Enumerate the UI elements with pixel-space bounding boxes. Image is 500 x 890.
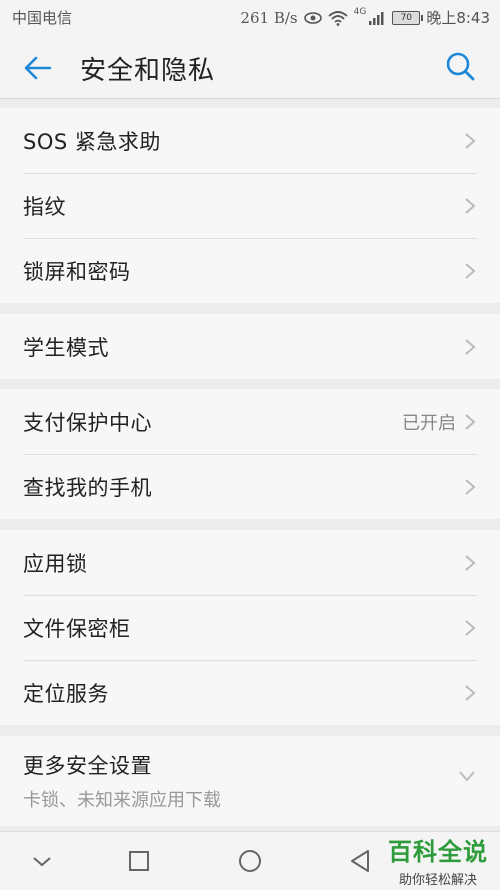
circle-icon[interactable] [237, 848, 263, 874]
menu-item-lockscreen-password[interactable]: 锁屏和密码 [0, 238, 500, 303]
chevron-right-icon [465, 197, 476, 214]
chevron-right-icon [465, 132, 476, 149]
search-icon[interactable] [444, 50, 476, 82]
status-indicators: 261 B/s 4G 70 晚上8:43 [240, 7, 490, 28]
menu-item-location-service[interactable]: 定位服务 [0, 660, 500, 725]
settings-group-more: 更多安全设置 卡锁、未知来源应用下载 [0, 736, 500, 826]
eye-icon [303, 11, 322, 24]
settings-group-apps: 应用锁 文件保密柜 定位服务 [0, 530, 500, 725]
status-value: 已开启 [402, 412, 456, 434]
menu-item-file-safe[interactable]: 文件保密柜 [0, 595, 500, 660]
menu-item-app-lock[interactable]: 应用锁 [0, 530, 500, 595]
square-icon[interactable] [126, 848, 152, 874]
menu-item-label: 定位服务 [23, 681, 109, 706]
menu-item-label: 学生模式 [23, 335, 109, 360]
menu-item-label: 锁屏和密码 [23, 259, 131, 284]
chevron-right-icon [465, 413, 476, 430]
wifi-icon [328, 10, 348, 26]
chevron-right-icon [465, 554, 476, 571]
settings-group-security: SOS 紧急求助 指纹 锁屏和密码 [0, 108, 500, 303]
settings-group-payment: 支付保护中心 已开启 查找我的手机 [0, 389, 500, 519]
menu-item-payment-protection[interactable]: 支付保护中心 已开启 [0, 389, 500, 454]
menu-item-label: 查找我的手机 [23, 475, 152, 500]
clock: 晚上8:43 [426, 9, 490, 27]
status-bar: 中国电信 261 B/s 4G 70 晚上8:43 [0, 0, 500, 34]
signal-icon [369, 11, 384, 25]
watermark-logo: 百科全说 助你轻松解决 [388, 832, 488, 888]
chevron-right-icon [465, 478, 476, 495]
chevron-right-icon [465, 684, 476, 701]
chevron-right-icon [465, 619, 476, 636]
arrow-left-icon[interactable] [22, 52, 54, 84]
menu-item-find-my-phone[interactable]: 查找我的手机 [0, 454, 500, 519]
title-bar: 安全和隐私 [0, 34, 500, 99]
menu-item-label: 应用锁 [23, 551, 88, 576]
network-type: 4G [353, 6, 367, 17]
network-speed: 261 B/s [240, 8, 298, 27]
carrier-label: 中国电信 [12, 9, 73, 27]
menu-item-label: 指纹 [23, 194, 66, 219]
menu-item-fingerprint[interactable]: 指纹 [0, 173, 500, 238]
page-title: 安全和隐私 [80, 56, 216, 86]
battery-icon: 70 [392, 10, 424, 25]
menu-item-more-security[interactable]: 更多安全设置 卡锁、未知来源应用下载 [0, 736, 500, 826]
chevron-right-icon [465, 338, 476, 355]
menu-item-label: 支付保护中心 [23, 410, 152, 435]
chevron-down-icon[interactable] [29, 848, 55, 874]
settings-group-student: 学生模式 [0, 314, 500, 379]
menu-item-student-mode[interactable]: 学生模式 [0, 314, 500, 379]
chevron-right-icon [465, 262, 476, 279]
watermark-sub: 助你轻松解决 [398, 873, 477, 888]
menu-item-label: 更多安全设置 [23, 754, 152, 778]
triangle-back-icon[interactable] [348, 848, 374, 874]
menu-item-label: SOS 紧急求助 [23, 129, 161, 154]
menu-item-subtitle: 卡锁、未知来源应用下载 [23, 790, 221, 811]
menu-item-sos[interactable]: SOS 紧急求助 [0, 108, 500, 173]
watermark-main: 百科全说 [388, 838, 488, 866]
menu-item-label: 文件保密柜 [23, 616, 131, 641]
chevron-down-icon [459, 771, 475, 782]
